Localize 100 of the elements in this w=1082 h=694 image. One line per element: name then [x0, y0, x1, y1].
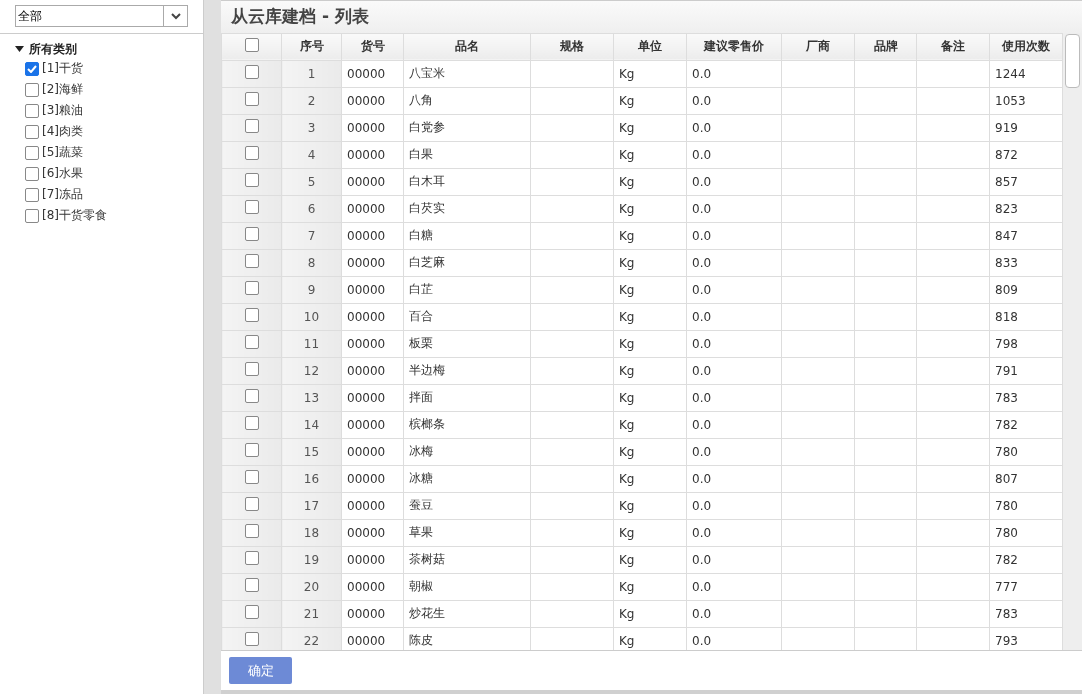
column-header[interactable]: 规格: [530, 33, 614, 61]
category-label[interactable]: [3]粮油: [42, 102, 83, 119]
table-cell: 茶树菇: [403, 546, 531, 574]
checkbox[interactable]: [25, 208, 39, 223]
row-checkbox[interactable]: [244, 443, 259, 458]
category-label[interactable]: [6]水果: [42, 165, 83, 182]
row-checkbox[interactable]: [244, 281, 259, 296]
column-header[interactable]: 厂商: [781, 33, 855, 61]
row-checkbox[interactable]: [244, 335, 259, 350]
category-label[interactable]: [2]海鲜: [42, 81, 83, 98]
table-cell: 823: [989, 195, 1063, 223]
table-cell: 0.0: [686, 168, 782, 196]
category-label[interactable]: [8]干货零食: [42, 207, 107, 224]
row-checkbox[interactable]: [244, 146, 259, 161]
table-cell: 板栗: [403, 330, 531, 358]
table-cell: 冰糖: [403, 465, 531, 493]
table-cell: Kg: [613, 60, 687, 88]
table-cell: 0.0: [686, 303, 782, 331]
table-cell: 0.0: [686, 519, 782, 547]
table-cell: 00000: [341, 330, 404, 358]
table-cell: 00000: [341, 546, 404, 574]
row-checkbox[interactable]: [244, 578, 259, 593]
table-cell: Kg: [613, 222, 687, 250]
category-label[interactable]: [7]冻品: [42, 186, 83, 203]
table-cell: 00000: [341, 87, 404, 115]
table-cell: 00000: [341, 519, 404, 547]
checkbox[interactable]: [25, 103, 39, 118]
checkbox[interactable]: [25, 124, 39, 139]
table-cell: 0.0: [686, 222, 782, 250]
table-cell: Kg: [613, 249, 687, 277]
column-header[interactable]: 备注: [916, 33, 990, 61]
table-cell: 00000: [341, 492, 404, 520]
tree-root-label[interactable]: 所有类别: [29, 40, 77, 58]
table-cell: 0.0: [686, 114, 782, 142]
table-cell: 0.0: [686, 546, 782, 574]
row-checkbox[interactable]: [244, 389, 259, 404]
table-cell: 00000: [341, 222, 404, 250]
table-cell: 782: [989, 411, 1063, 439]
row-checkbox[interactable]: [244, 632, 259, 647]
table-cell: 0.0: [686, 276, 782, 304]
row-checkbox[interactable]: [244, 92, 259, 107]
column-header[interactable]: 品名: [403, 33, 531, 61]
table-cell: 00000: [341, 168, 404, 196]
category-dropdown[interactable]: 全部: [15, 5, 189, 27]
category-label[interactable]: [4]肉类: [42, 123, 83, 140]
table-cell: 槟榔条: [403, 411, 531, 439]
row-checkbox[interactable]: [244, 119, 259, 134]
table-cell: 0.0: [686, 141, 782, 169]
checkbox[interactable]: [25, 61, 39, 76]
table-cell: 白党参: [403, 114, 531, 142]
row-checkbox[interactable]: [244, 605, 259, 620]
table-cell: 00000: [341, 276, 404, 304]
checkbox[interactable]: [25, 145, 39, 160]
table-cell: 00000: [341, 303, 404, 331]
table-cell: 白芝麻: [403, 249, 531, 277]
row-checkbox[interactable]: [244, 551, 259, 566]
column-header[interactable]: 品牌: [854, 33, 917, 61]
column-header[interactable]: 货号: [341, 33, 404, 61]
table-cell: 833: [989, 249, 1063, 277]
table-cell: 00000: [341, 465, 404, 493]
row-checkbox[interactable]: [244, 227, 259, 242]
table-cell: 白木耳: [403, 168, 531, 196]
row-checkbox[interactable]: [244, 470, 259, 485]
table-cell: 00000: [341, 411, 404, 439]
row-checkbox[interactable]: [244, 497, 259, 512]
column-header[interactable]: 单位: [613, 33, 687, 61]
row-checkbox[interactable]: [244, 362, 259, 377]
table-cell: 蚕豆: [403, 492, 531, 520]
table-cell: 1053: [989, 87, 1063, 115]
table-cell: 0.0: [686, 438, 782, 466]
checkbox[interactable]: [25, 187, 39, 202]
checkbox[interactable]: [25, 166, 39, 181]
row-checkbox[interactable]: [244, 254, 259, 269]
table-cell: 783: [989, 600, 1063, 628]
panel-title: 从云库建档 - 列表: [231, 5, 369, 29]
row-checkbox[interactable]: [244, 308, 259, 323]
table-cell: 857: [989, 168, 1063, 196]
table-cell: Kg: [613, 87, 687, 115]
checkbox[interactable]: [25, 82, 39, 97]
column-header[interactable]: 序号: [281, 33, 342, 61]
select-all-checkbox[interactable]: [244, 38, 259, 53]
table-cell: Kg: [613, 492, 687, 520]
row-checkbox[interactable]: [244, 524, 259, 539]
category-label[interactable]: [1]干货: [42, 60, 83, 77]
expand-triangle-icon[interactable]: [15, 46, 24, 52]
table-cell: 00000: [341, 573, 404, 601]
row-checkbox[interactable]: [244, 416, 259, 431]
category-label[interactable]: [5]蔬菜: [42, 144, 83, 161]
table-cell: 798: [989, 330, 1063, 358]
row-checkbox[interactable]: [244, 173, 259, 188]
column-header[interactable]: 使用次数: [989, 33, 1063, 61]
table-cell: 0.0: [686, 249, 782, 277]
row-checkbox[interactable]: [244, 65, 259, 80]
table-cell: 00000: [341, 249, 404, 277]
scrollbar-thumb[interactable]: [1065, 33, 1080, 88]
row-checkbox[interactable]: [244, 200, 259, 215]
table-cell: 791: [989, 357, 1063, 385]
table-cell: 0.0: [686, 60, 782, 88]
column-header[interactable]: 建议零售价: [686, 33, 782, 61]
table-cell: 白芡实: [403, 195, 531, 223]
